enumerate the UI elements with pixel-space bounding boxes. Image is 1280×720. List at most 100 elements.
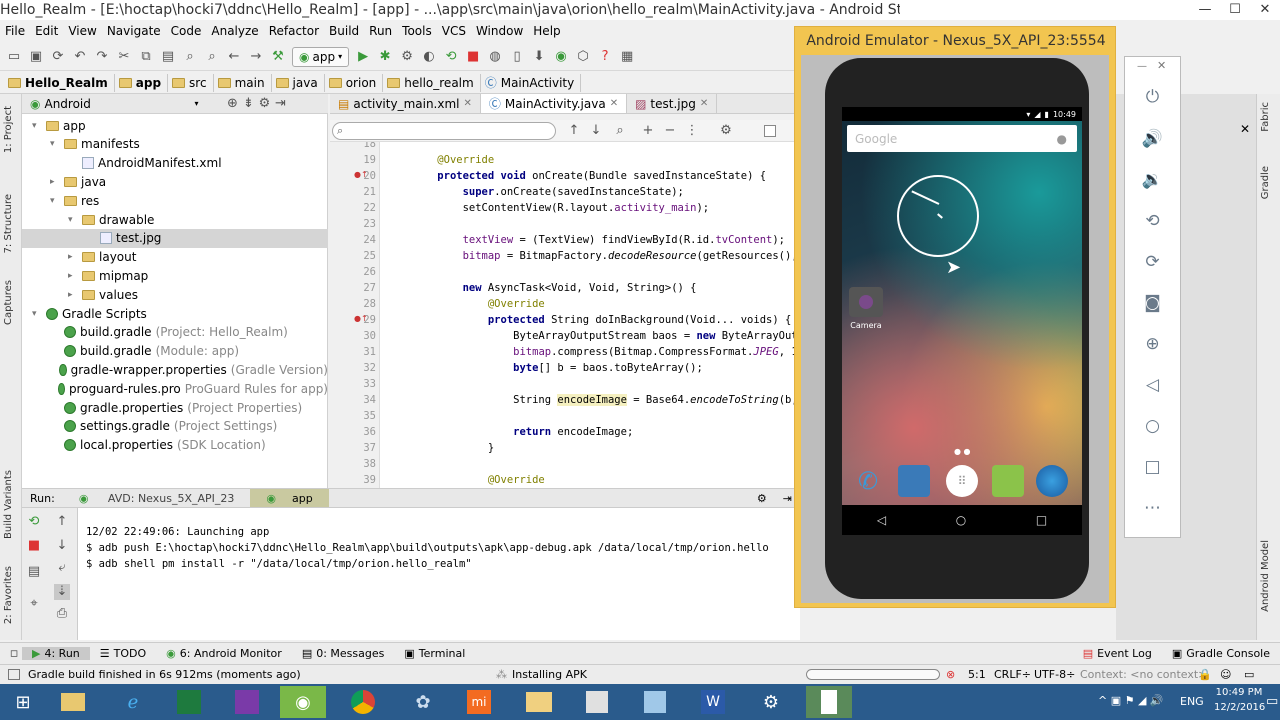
windows-start-icon[interactable]: ⊞ — [0, 686, 46, 718]
screenshot-camera-icon[interactable]: ◙ — [1125, 293, 1180, 313]
lock-icon[interactable]: 🔒 — [1198, 668, 1212, 681]
phone-screen[interactable]: ▾ ◢ ▮ 10:49 Google ● Camera ➤ ● ● ✆ ⠿ ◁ … — [842, 107, 1082, 535]
contacts-app-icon[interactable] — [898, 465, 930, 497]
run-config-select[interactable]: ◉ app ▾ — [292, 46, 350, 67]
collapse-icon[interactable]: ⇟ — [241, 96, 257, 112]
volume-down-icon[interactable]: 🔉 — [1125, 170, 1180, 190]
notes-icon[interactable] — [632, 686, 678, 718]
soft-wrap-icon[interactable]: ⤶ — [54, 560, 70, 576]
tab-activity-main-xml[interactable]: ▤ activity_main.xml ✕ — [330, 94, 481, 113]
menu-item-navigate[interactable]: Navigate — [102, 24, 166, 38]
input-language[interactable]: ENG — [1180, 695, 1204, 708]
mi-app-icon[interactable]: mi — [456, 686, 502, 718]
close-button[interactable]: ✕ — [1250, 0, 1280, 20]
breadcrumb-item[interactable]: Hello_Realm — [4, 73, 115, 92]
tree-item[interactable]: ▸ values — [22, 285, 328, 304]
breadcrumb-item[interactable]: app — [115, 73, 169, 92]
close-icon[interactable]: ✕ — [1157, 59, 1166, 72]
tab-test-jpg[interactable]: ▨ test.jpg ✕ — [627, 94, 718, 113]
taskbar-time[interactable]: 10:49 PM — [1214, 687, 1264, 698]
run-icon[interactable]: ▶ — [355, 49, 371, 65]
breadcrumb-item[interactable]: java — [272, 73, 325, 92]
chrome-icon[interactable] — [340, 686, 386, 718]
tab-todo[interactable]: ☰ TODO — [90, 647, 156, 660]
tree-item[interactable]: gradle-wrapper.properties (Gradle Version… — [22, 360, 328, 379]
breadcrumb-item[interactable]: orion — [325, 73, 384, 92]
status-toggle-icon[interactable] — [8, 669, 20, 680]
rerun-icon[interactable]: ⟲ — [26, 514, 42, 530]
menu-item-edit[interactable]: Edit — [30, 24, 63, 38]
add-selection-icon[interactable]: + — [640, 123, 656, 139]
breadcrumb-item[interactable]: Ⓒ MainActivity — [481, 73, 582, 92]
expand-arrow-icon[interactable]: ▾ — [50, 139, 60, 149]
expand-arrow-icon[interactable]: ▾ — [32, 309, 42, 319]
code-editor[interactable]: 18 19 @Override 20 protected void onCreate… — [330, 142, 800, 488]
more-icon[interactable]: ⋯ — [1125, 498, 1180, 518]
run-tab-app[interactable]: ◉ app — [250, 489, 329, 507]
android-studio-icon[interactable]: ◉ — [280, 686, 326, 718]
app-icon[interactable]: ✿ — [400, 686, 446, 718]
sync-icon[interactable]: ⟳ — [50, 49, 66, 65]
locate-icon[interactable]: ⊕ — [225, 96, 241, 112]
word-icon[interactable]: W — [690, 686, 736, 718]
expand-arrow-icon[interactable]: ▾ — [32, 121, 42, 131]
chevron-down-icon[interactable]: ▾ — [194, 99, 198, 108]
menu-item-file[interactable]: File — [0, 24, 30, 38]
terminal-icon[interactable]: ▦ — [619, 49, 635, 65]
expand-arrow-icon[interactable]: ▸ — [50, 177, 60, 187]
strip-project-tab[interactable]: 1: Project — [3, 106, 14, 153]
menu-item-refactor[interactable]: Refactor — [264, 24, 324, 38]
file-encoding[interactable]: UTF-8÷ — [1034, 668, 1075, 681]
replace-icon[interactable]: ⌕ — [204, 49, 220, 65]
tab-messages[interactable]: ▤ 0: Messages — [292, 647, 395, 660]
strip-gradle-tab[interactable]: Gradle — [1260, 166, 1271, 199]
tab-terminal[interactable]: ▣ Terminal — [394, 647, 475, 660]
strip-captures-tab[interactable]: Captures — [3, 280, 14, 325]
tree-item[interactable]: ▾ manifests — [22, 135, 328, 154]
minimize-button[interactable]: — — [1190, 0, 1220, 20]
camera-app-icon[interactable]: Camera — [846, 287, 886, 337]
cancel-task-icon[interactable]: ⊗ — [946, 668, 955, 681]
expand-arrow-icon[interactable]: ▸ — [68, 252, 78, 262]
tree-item[interactable]: ▾ Gradle Scripts — [22, 304, 328, 323]
mic-icon[interactable]: ● — [1057, 132, 1067, 146]
tree-item[interactable]: ▸ java — [22, 172, 328, 191]
visual-studio-icon[interactable] — [224, 686, 270, 718]
tree-item[interactable]: local.properties (SDK Location) — [22, 436, 328, 455]
scroll-end-icon[interactable]: ⇣ — [54, 584, 70, 600]
apply-changes-icon[interactable]: ⟲ — [443, 49, 459, 65]
redo-icon[interactable]: ↷ — [94, 49, 110, 65]
rotate-left-icon[interactable]: ⟲ — [1125, 211, 1180, 231]
tree-item[interactable]: gradle.properties (Project Properties) — [22, 398, 328, 417]
close-icon[interactable]: ✕ — [700, 98, 708, 109]
breadcrumb-item[interactable]: src — [168, 73, 214, 92]
tree-item[interactable]: ▾ app — [22, 116, 328, 135]
tree-item[interactable]: build.gradle (Project: Hello_Realm) — [22, 323, 328, 342]
filter-gear-icon[interactable]: ⚙ — [718, 123, 734, 139]
power-icon[interactable]: ⏻ — [1125, 87, 1180, 107]
gear-icon[interactable]: ⚙ — [257, 96, 273, 112]
event-icon[interactable]: ▭ — [1244, 668, 1254, 681]
tree-item[interactable]: build.gradle (Module: app) — [22, 342, 328, 361]
rotate-right-icon[interactable]: ⟳ — [1125, 252, 1180, 272]
messenger-app-icon[interactable] — [992, 465, 1024, 497]
tree-item[interactable]: settings.gradle (Project Settings) — [22, 417, 328, 436]
gradle-sync-icon[interactable]: ◍ — [487, 49, 503, 65]
find-all-icon[interactable]: ⌕ — [612, 123, 628, 139]
toggle-tool-windows-icon[interactable]: ▫ — [6, 646, 22, 662]
run-console[interactable]: 12/02 22:49:06: Launching app $ adb push… — [78, 508, 800, 640]
tab-android-monitor[interactable]: ◉ 6: Android Monitor — [156, 647, 292, 660]
copy-icon[interactable]: ⧉ — [138, 49, 154, 65]
internet-explorer-icon[interactable]: ℯ — [110, 686, 156, 718]
previous-occurrence-icon[interactable]: ↑ — [566, 123, 582, 139]
undo-icon[interactable]: ↶ — [72, 49, 88, 65]
project-view-select[interactable]: Android — [44, 97, 194, 111]
save-icon[interactable]: ▣ — [28, 49, 44, 65]
debug-icon[interactable]: ✱ — [377, 49, 393, 65]
nav-home-icon[interactable]: ○ — [956, 513, 966, 527]
menu-item-vcs[interactable]: VCS — [437, 24, 471, 38]
profile-icon[interactable]: ◐ — [421, 49, 437, 65]
tab-gradle-console[interactable]: ▣ Gradle Console — [1162, 647, 1280, 660]
remove-selection-icon[interactable]: − — [662, 123, 678, 139]
android-monitor-icon[interactable]: ◉ — [553, 49, 569, 65]
